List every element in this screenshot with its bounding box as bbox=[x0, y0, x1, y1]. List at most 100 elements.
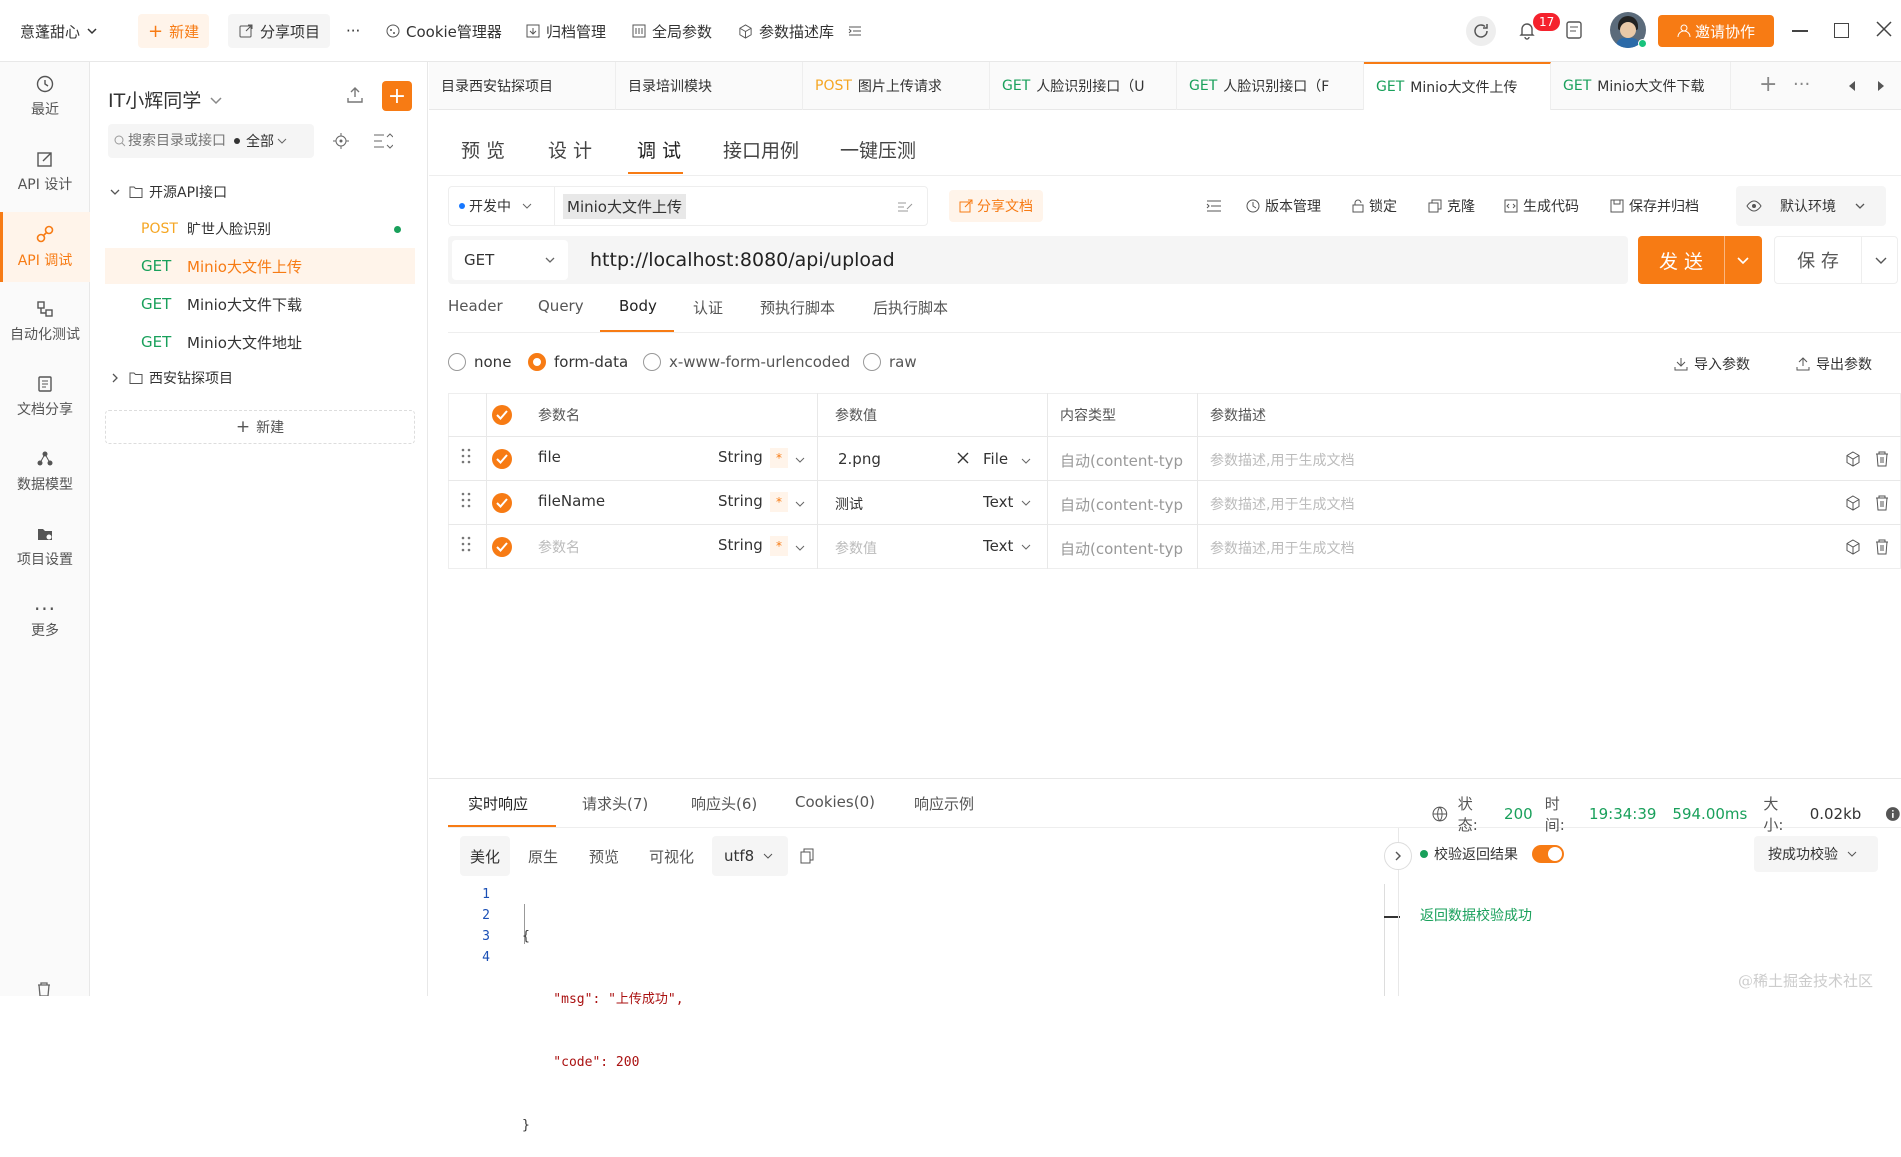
validate-mode-select[interactable]: 按成功校验 bbox=[1754, 836, 1878, 872]
filter-label[interactable]: 全部 bbox=[246, 131, 274, 151]
value-type-select[interactable]: Text bbox=[983, 493, 1013, 511]
more-menu-button[interactable]: ··· bbox=[346, 0, 360, 62]
rail-item-more[interactable]: ··· 更多 bbox=[0, 587, 90, 657]
tab-face-api-f[interactable]: GET 人脸识别接口（F bbox=[1177, 62, 1364, 110]
drag-handle-icon[interactable] bbox=[461, 492, 471, 508]
add-tab-icon[interactable]: + bbox=[1759, 72, 1777, 97]
chevron-down-icon[interactable] bbox=[1874, 253, 1888, 267]
tab-response-example[interactable]: 响应示例 bbox=[914, 793, 974, 814]
import-params-button[interactable]: 导入参数 bbox=[1674, 354, 1750, 374]
tab-preview[interactable]: 预 览 bbox=[461, 136, 505, 163]
send-button[interactable]: 发 送 bbox=[1638, 236, 1762, 284]
tree-item-minio-download[interactable]: GET Minio大文件下载 bbox=[105, 286, 415, 322]
response-body[interactable]: { "msg": "上传成功", "code": 200 } bbox=[522, 884, 684, 1157]
validate-switch[interactable] bbox=[1532, 845, 1564, 863]
chevron-down-icon[interactable] bbox=[1020, 541, 1032, 553]
required-toggle[interactable]: * bbox=[770, 536, 788, 556]
rail-item-recent[interactable]: 最近 bbox=[0, 62, 90, 132]
tab-image-upload[interactable]: POST 图片上传请求 bbox=[803, 62, 990, 110]
invite-collab-button[interactable]: 邀请协作 bbox=[1658, 15, 1774, 47]
sort-icon[interactable] bbox=[373, 133, 393, 149]
close-icon[interactable] bbox=[1876, 21, 1892, 37]
content-type-input[interactable]: 自动(content-typ bbox=[1060, 538, 1188, 559]
rail-item-project-settings[interactable]: 项目设置 bbox=[0, 512, 90, 582]
chevron-down-icon[interactable] bbox=[1736, 253, 1750, 267]
radio-raw[interactable]: raw bbox=[863, 353, 917, 371]
minimize-icon[interactable] bbox=[1792, 30, 1808, 32]
folder-xian-drilling[interactable]: 西安钻探项目 bbox=[105, 360, 415, 396]
cube-icon[interactable] bbox=[1845, 539, 1861, 555]
content-type-input[interactable]: 自动(content-typ bbox=[1060, 494, 1188, 515]
tree-item-minio-upload[interactable]: GET Minio大文件上传 bbox=[105, 248, 415, 284]
tab-post-script[interactable]: 后执行脚本 bbox=[873, 297, 948, 318]
collapse-validation-button[interactable] bbox=[1384, 842, 1412, 870]
environment-select[interactable]: 默认环境 bbox=[1736, 186, 1886, 226]
delete-row-icon[interactable] bbox=[1875, 495, 1889, 511]
new-button[interactable]: + 新建 bbox=[138, 14, 210, 48]
collapse-panel-icon[interactable] bbox=[1206, 199, 1222, 213]
workspace-switcher[interactable]: 意蓬甜心 bbox=[20, 0, 98, 62]
param-name-input[interactable]: fileName bbox=[538, 492, 605, 510]
description-input[interactable]: 参数描述,用于生成文档 bbox=[1210, 494, 1354, 514]
trash-icon[interactable] bbox=[36, 982, 52, 996]
share-doc-button[interactable]: 分享文档 bbox=[949, 190, 1043, 222]
clone-button[interactable]: 克隆 bbox=[1428, 196, 1475, 216]
param-name-input[interactable]: 参数名 bbox=[538, 537, 580, 557]
chevron-down-icon[interactable] bbox=[1020, 497, 1032, 509]
share-project-button[interactable]: 分享项目 bbox=[228, 14, 331, 48]
row-checkbox[interactable] bbox=[492, 537, 512, 557]
drag-handle-icon[interactable] bbox=[461, 536, 471, 552]
tab-body[interactable]: Body bbox=[619, 297, 657, 315]
tab-header[interactable]: Header bbox=[448, 297, 503, 315]
rail-item-data-model[interactable]: 数据模型 bbox=[0, 437, 90, 507]
tab-minio-upload[interactable]: GET Minio大文件上传 bbox=[1364, 62, 1551, 110]
tab-response-headers[interactable]: 响应头(6) bbox=[691, 793, 757, 814]
export-params-button[interactable]: 导出参数 bbox=[1796, 354, 1872, 374]
drag-handle-icon[interactable] bbox=[461, 448, 471, 464]
tab-cookies[interactable]: Cookies(0) bbox=[795, 793, 875, 811]
version-button[interactable]: 版本管理 bbox=[1246, 196, 1321, 216]
tree-item-minio-address[interactable]: GET Minio大文件地址 bbox=[105, 324, 415, 360]
add-api-button[interactable]: + bbox=[382, 81, 412, 111]
tab-query[interactable]: Query bbox=[538, 297, 584, 315]
folder-open-api[interactable]: 开源API接口 bbox=[105, 174, 415, 210]
tab-auth[interactable]: 认证 bbox=[693, 297, 723, 318]
param-type-select[interactable]: String bbox=[718, 492, 763, 510]
radio-none[interactable]: none bbox=[448, 353, 511, 371]
rail-item-api-design[interactable]: API 设计 bbox=[0, 137, 90, 207]
tab-design[interactable]: 设 计 bbox=[548, 136, 592, 163]
required-toggle[interactable]: * bbox=[770, 492, 788, 512]
method-select[interactable]: GET bbox=[452, 240, 568, 280]
chevron-down-icon[interactable] bbox=[794, 454, 806, 466]
info-icon[interactable] bbox=[1885, 806, 1901, 822]
tab-xian-drilling[interactable]: 目录西安钻探项目 bbox=[429, 62, 616, 110]
lock-button[interactable]: 锁定 bbox=[1352, 196, 1397, 216]
rail-item-automation[interactable]: 自动化测试 bbox=[0, 287, 90, 357]
delete-row-icon[interactable] bbox=[1875, 451, 1889, 467]
tab-prev-icon[interactable] bbox=[1847, 80, 1857, 92]
param-name-input[interactable]: file bbox=[538, 448, 561, 466]
value-type-select[interactable]: Text bbox=[983, 537, 1013, 555]
scrollbar-track[interactable] bbox=[1384, 884, 1385, 996]
tree-item-face-recognition[interactable]: POST 旷世人脸识别 bbox=[105, 211, 415, 247]
radio-form-data[interactable]: form-data bbox=[528, 353, 628, 371]
archive-button[interactable]: 归档管理 bbox=[526, 0, 606, 62]
param-value-input[interactable]: 参数值 bbox=[835, 538, 877, 558]
save-button[interactable]: 保 存 bbox=[1774, 236, 1898, 284]
rail-item-doc-share[interactable]: 文档分享 bbox=[0, 362, 90, 432]
value-type-select[interactable]: File bbox=[983, 450, 1008, 468]
edit-description-icon[interactable] bbox=[897, 199, 913, 213]
param-value-input[interactable]: 2.png bbox=[838, 450, 881, 468]
tab-minio-download[interactable]: GET Minio大文件下载 bbox=[1551, 62, 1731, 110]
copy-response-icon[interactable] bbox=[800, 848, 814, 864]
tree-new-button[interactable]: + 新建 bbox=[105, 410, 415, 444]
locate-icon[interactable] bbox=[333, 133, 349, 149]
tab-test-cases[interactable]: 接口用例 bbox=[723, 136, 799, 163]
global-params-button[interactable]: 全局参数 bbox=[632, 0, 712, 62]
notes-button[interactable] bbox=[1565, 20, 1583, 40]
search-input[interactable] bbox=[128, 133, 228, 149]
description-input[interactable]: 参数描述,用于生成文档 bbox=[1210, 450, 1354, 470]
delete-row-icon[interactable] bbox=[1875, 539, 1889, 555]
tab-pre-script[interactable]: 预执行脚本 bbox=[760, 297, 835, 318]
view-preview[interactable]: 预览 bbox=[589, 846, 619, 867]
